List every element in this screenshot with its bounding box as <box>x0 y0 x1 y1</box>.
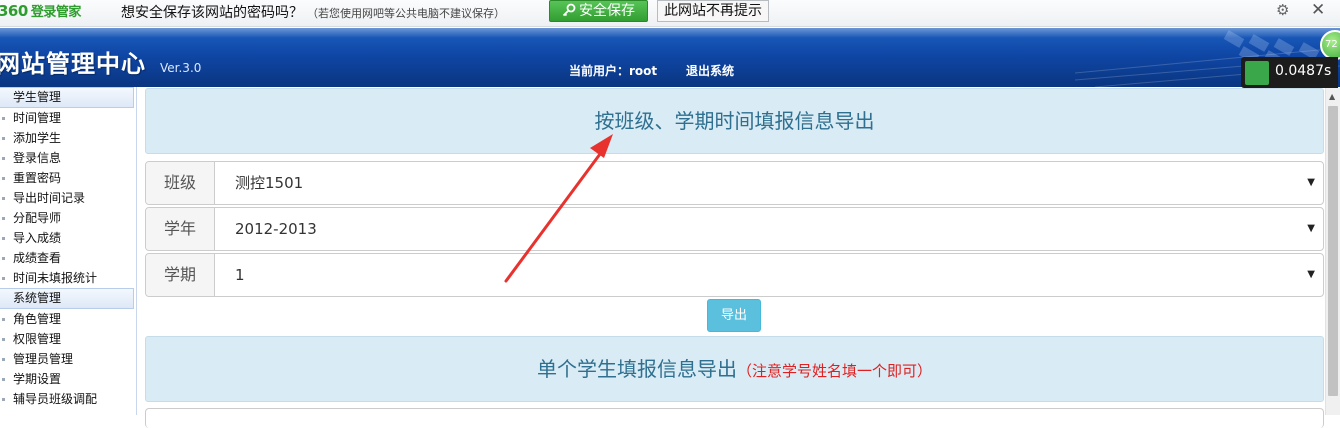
gear-icon[interactable]: ⚙ <box>1276 1 1289 19</box>
safe-save-button[interactable]: 安全保存 <box>549 0 648 22</box>
password-save-bar: 360 登录管家 想安全保存该网站的密码吗？ （若您使用网吧等公共电脑不建议保存） … <box>0 0 1340 27</box>
sidebar-item-roles[interactable]: 角色管理 <box>0 309 136 329</box>
scrollbar-thumb[interactable] <box>1328 106 1338 396</box>
sidebar-item-import-grades[interactable]: 导入成绩 <box>0 228 136 248</box>
question-text: 想安全保存该网站的密码吗？ <box>121 5 303 21</box>
sidebar-item-export-time[interactable]: 导出时间记录 <box>0 188 136 208</box>
site-header: 网站管理中心 Ver.3.0 当前用户：root 退出系统 <box>0 28 1340 87</box>
chevron-down-icon: ▼ <box>1307 269 1315 280</box>
single-student-hint: （注意学号姓名填一个即可） <box>736 362 932 380</box>
sidebar-section-system[interactable]: 系统管理 <box>0 288 134 309</box>
sidebar-item-semester[interactable]: 学期设置 <box>0 369 136 389</box>
student-id-field-partial[interactable] <box>145 408 1324 428</box>
sidebar-item-unfilled-stats[interactable]: 时间未填报统计 <box>0 268 136 288</box>
class-select[interactable]: 班级 测控1501 ▼ <box>145 161 1324 205</box>
single-student-export-panel-title: 单个学生填报信息导出（注意学号姓名填一个即可） <box>145 336 1324 402</box>
version-label: Ver.3.0 <box>160 61 202 75</box>
page-speed-widget: 0.0487s <box>1241 57 1338 88</box>
current-user: 当前用户：root <box>569 64 658 78</box>
semester-select[interactable]: 学期 1 ▼ <box>145 253 1324 297</box>
site-title: 网站管理中心 <box>0 50 146 78</box>
sidebar-item-permissions[interactable]: 权限管理 <box>0 329 136 349</box>
chevron-down-icon: ▼ <box>1307 177 1315 188</box>
key-icon <box>562 3 576 17</box>
scroll-up-icon[interactable]: ▲ <box>1329 92 1335 101</box>
logo-number: 360 <box>0 2 28 20</box>
school-year-label: 学年 <box>146 208 215 250</box>
sidebar-item-add-student[interactable]: 添加学生 <box>0 128 136 148</box>
sidebar-item-counselor-class[interactable]: 辅导员班级调配 <box>0 389 136 409</box>
never-remind-button[interactable]: 此网站不再提示 <box>657 0 769 22</box>
logo-brand: 登录管家 <box>30 5 82 20</box>
school-year-value: 2012-2013 <box>235 220 317 238</box>
sidebar-item-assign-tutor[interactable]: 分配导师 <box>0 208 136 228</box>
question-note: （若您使用网吧等公共电脑不建议保存） <box>307 7 505 20</box>
main-content: 按班级、学期时间填报信息导出 班级 测控1501 ▼ 学年 2012-2013 … <box>145 87 1325 428</box>
logout-link[interactable]: 退出系统 <box>686 62 734 79</box>
sidebar-item-admins[interactable]: 管理员管理 <box>0 349 136 369</box>
semester-value: 1 <box>235 266 245 284</box>
class-value: 测控1501 <box>235 174 304 192</box>
sidebar-item-view-grades[interactable]: 成绩查看 <box>0 248 136 268</box>
360-logo: 360 登录管家 <box>0 1 81 20</box>
save-password-question: 想安全保存该网站的密码吗？ （若您使用网吧等公共电脑不建议保存） <box>121 2 505 22</box>
class-export-panel-title: 按班级、学期时间填报信息导出 <box>145 88 1324 154</box>
safe-save-label: 安全保存 <box>579 3 635 19</box>
semester-label: 学期 <box>146 254 215 296</box>
close-icon[interactable]: ✕ <box>1311 0 1325 20</box>
sidebar-section-student[interactable]: 学生管理 <box>0 87 134 108</box>
single-student-title: 单个学生填报信息导出 <box>536 357 737 381</box>
speed-value: 0.0487s <box>1275 63 1332 79</box>
sidebar-item-login-info[interactable]: 登录信息 <box>0 148 136 168</box>
export-button[interactable]: 导出 <box>707 299 761 332</box>
school-year-select[interactable]: 学年 2012-2013 ▼ <box>145 207 1324 251</box>
speed-icon <box>1245 61 1269 85</box>
page-scrollbar[interactable]: ▲ <box>1325 88 1340 415</box>
class-label: 班级 <box>146 162 215 204</box>
sidebar-item-reset-password[interactable]: 重置密码 <box>0 168 136 188</box>
sidebar: 学生管理 时间管理 添加学生 登录信息 重置密码 导出时间记录 分配导师 导入成… <box>0 87 137 415</box>
sidebar-item-time-manage[interactable]: 时间管理 <box>0 108 136 128</box>
chevron-down-icon: ▼ <box>1307 223 1315 234</box>
